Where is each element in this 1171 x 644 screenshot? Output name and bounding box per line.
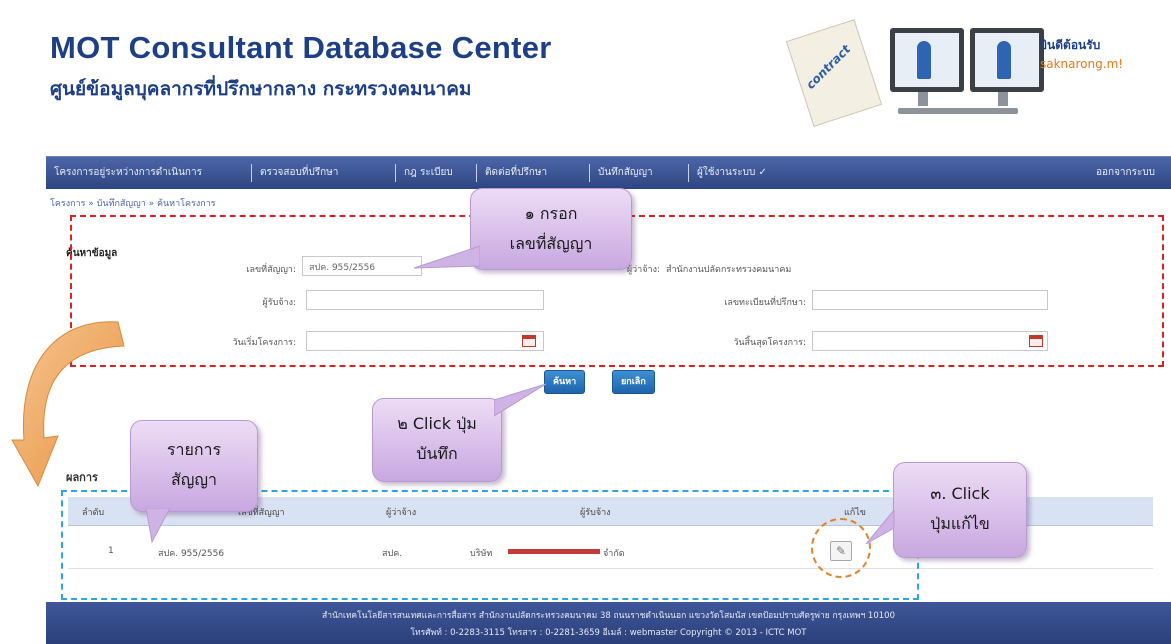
monitor-stand	[918, 92, 928, 106]
callout-pointer	[146, 508, 171, 544]
callout-list-line1: รายการ	[166, 440, 222, 459]
callout-step-3: ๓. Click ปุ่มแก้ไข	[893, 462, 1027, 558]
nav-item-save-contract[interactable]: บันทึกสัญญา	[598, 157, 653, 189]
monitor-icon	[970, 28, 1044, 92]
nav-item-regulations[interactable]: กฎ ระเบียบ	[404, 157, 453, 189]
contract-sheet-icon	[785, 19, 883, 127]
callout-step-2-line2: บันทึก	[416, 444, 458, 463]
monitor-stand	[998, 92, 1008, 106]
footer-address: สำนักเทคโนโลยีสารสนเทศและการสื่อสาร สำนั…	[322, 611, 895, 621]
nav-separator	[476, 164, 477, 182]
nav-item-contact-consultant[interactable]: ติดต่อที่ปรึกษา	[485, 157, 547, 189]
user-info: ยินดีต้อนรับ saknarong.m!	[1040, 36, 1123, 71]
callout-pointer	[865, 510, 895, 545]
keyboard-icon	[898, 108, 1018, 114]
callout-step-1-line1: ๑ กรอก	[524, 204, 578, 223]
main-navbar: โครงการอยู่ระหว่างการดำเนินการ ตรวจสอบที…	[46, 156, 1171, 189]
username-link[interactable]: saknarong.m!	[1040, 57, 1123, 71]
nav-separator	[688, 164, 689, 182]
nav-item-projects-in-progress[interactable]: โครงการอยู่ระหว่างการดำเนินการ	[54, 157, 202, 189]
site-subtitle: ศูนย์ข้อมูลบุคลากรที่ปรึกษากลาง กระทรวงค…	[50, 78, 472, 100]
site-title: MOT Consultant Database Center	[50, 30, 552, 65]
callout-step-1: ๑ กรอก เลขที่สัญญา	[470, 188, 632, 270]
cancel-button[interactable]: ยกเลิก	[612, 370, 655, 394]
callout-step-1-line2: เลขที่สัญญา	[509, 234, 593, 253]
nav-item-check-consultant[interactable]: ตรวจสอบที่ปรึกษา	[260, 157, 338, 189]
footer: สำนักเทคโนโลยีสารสนเทศและการสื่อสาร สำนั…	[46, 602, 1171, 644]
welcome-text: ยินดีต้อนรับ	[1040, 38, 1101, 52]
monitor-icon	[890, 28, 964, 92]
breadcrumb[interactable]: โครงการ » บันทึกสัญญา » ค้นหาโครงการ	[50, 196, 216, 210]
nav-item-users[interactable]: ผู้ใช้งานระบบ ✓	[697, 157, 767, 189]
callout-step-2-line1: ๒ Click ปุ่ม	[397, 414, 477, 433]
nav-logout[interactable]: ออกจากระบบ	[1096, 157, 1155, 189]
callout-step-3-line1: ๓. Click	[930, 484, 990, 503]
callout-contract-list: รายการ สัญญา	[130, 420, 258, 512]
callout-pointer	[494, 383, 547, 417]
callout-pointer	[413, 245, 480, 269]
nav-separator	[251, 164, 252, 182]
nav-separator	[589, 164, 590, 182]
footer-contact: โทรศัพท์ : 0-2283-3115 โทรสาร : 0-2281-3…	[410, 628, 807, 638]
callout-list-line2: สัญญา	[170, 470, 217, 489]
callout-step-3-line2: ปุ่มแก้ไข	[930, 514, 990, 533]
curved-arrow-icon	[11, 321, 125, 488]
callout-step-2: ๒ Click ปุ่ม บันทึก	[372, 398, 502, 482]
header-graphic: contract	[780, 8, 1044, 148]
nav-separator	[395, 164, 396, 182]
